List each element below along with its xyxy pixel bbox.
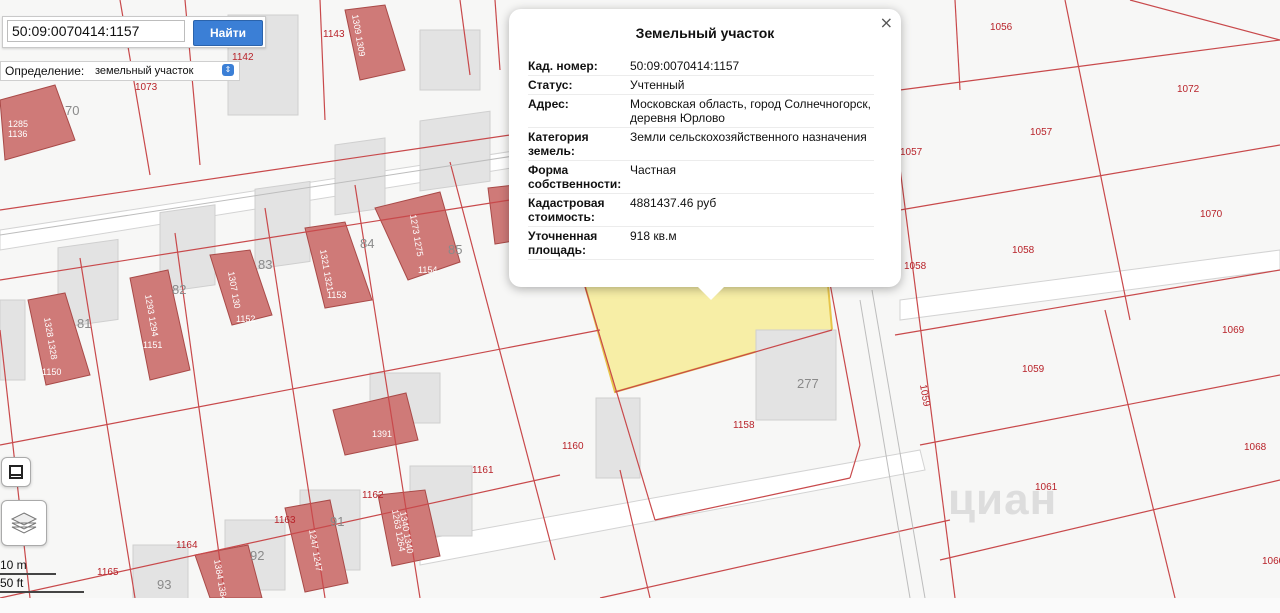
attr-key: Кад. номер:	[528, 59, 598, 73]
attr-value: 50:09:0070414:1157	[630, 59, 740, 73]
parcel-label: 1160	[562, 441, 584, 452]
block-label: 85	[448, 242, 462, 257]
cadastral-search-input[interactable]	[7, 20, 185, 42]
parcel-label: 1068	[1244, 442, 1267, 453]
block-label: 91	[330, 514, 344, 529]
parcel-label: 1060	[1262, 556, 1280, 567]
search-box: Найти	[2, 16, 266, 48]
attr-value: Московская область, город Солнечногорск,…	[630, 97, 872, 125]
attr-key: Кадастровая стоимость:	[528, 196, 605, 224]
block-label: 82	[172, 282, 186, 297]
house-label: 1136	[8, 129, 27, 139]
parcel-label: 1058	[1012, 245, 1035, 256]
attr-row: Статус: Учтенный	[528, 76, 874, 95]
block-label: 92	[250, 548, 264, 563]
parcel-label: 1164	[176, 540, 198, 551]
attr-row: Адрес: Московская область, город Солнечно…	[528, 95, 874, 128]
block-label: 277	[797, 376, 819, 391]
attr-key: Уточненная площадь:	[528, 229, 598, 257]
attr-row: Форма собственности: Частная	[528, 161, 874, 194]
attr-row: Кадастровая стоимость: 4881437.46 руб	[528, 194, 874, 227]
scale-imperial: 50 ft	[0, 576, 24, 590]
attr-key: Адрес:	[528, 97, 569, 111]
attr-value: Учтенный	[630, 78, 685, 92]
parcel-label: 1073	[135, 82, 158, 93]
parcel-label: 1059	[1022, 364, 1045, 375]
block-label: 84	[360, 236, 374, 251]
parcel-label: 1163	[274, 515, 296, 526]
parcel-label: 1057	[1030, 127, 1053, 138]
map-extent-icon	[9, 465, 23, 479]
parcel-label: 1057	[900, 147, 923, 158]
attr-row: Кад. номер: 50:09:0070414:1157	[528, 57, 874, 76]
popup-title: Земельный участок	[635, 25, 775, 41]
bottom-band	[0, 598, 1280, 613]
house-label: 1152	[236, 314, 255, 324]
layers-icon	[10, 512, 38, 534]
definition-value: земельный участок	[95, 64, 194, 77]
attr-value: 4881437.46 руб	[630, 196, 717, 210]
attr-value: Земли сельскохозяйственного назначения	[630, 130, 867, 144]
block-label: 83	[258, 257, 272, 272]
parcel-label: 1162	[362, 490, 384, 501]
parcel-label: 1056	[990, 22, 1013, 33]
search-button[interactable]: Найти	[193, 20, 263, 46]
parcel-label: 1070	[1200, 209, 1223, 220]
house-label: 1150	[42, 367, 61, 377]
popup-pointer	[697, 286, 725, 300]
parcel-label: 1165	[97, 567, 119, 578]
attr-key: Категория земель:	[528, 130, 589, 158]
parcel-attributes: Кад. номер: 50:09:0070414:1157 Статус: Учт…	[528, 57, 874, 275]
layers-button[interactable]	[1, 500, 47, 546]
attr-key: Форма собственности:	[528, 163, 622, 191]
parcel-label: 1072	[1177, 84, 1200, 95]
block-label: 70	[65, 103, 79, 118]
house-label: 1391	[372, 429, 392, 439]
map-extent-button[interactable]	[1, 457, 31, 487]
watermark: циан	[948, 475, 1058, 524]
house-label: 1154	[418, 265, 437, 275]
scale-bar-imperial	[0, 591, 84, 593]
attr-value: 918 кв.м	[630, 229, 677, 243]
block-label: 93	[157, 577, 171, 592]
parcel-label: 1143	[323, 29, 345, 40]
definition-select[interactable]: земельный участок ⇕	[91, 63, 236, 78]
scale-metric: 10 m	[0, 558, 27, 572]
parcel-info-popup: × Земельный участок Кад. номер: 50:09:007…	[509, 9, 901, 300]
parcel-label: 1161	[472, 465, 494, 476]
house-label: 1153	[327, 290, 346, 300]
select-arrow-icon: ⇕	[222, 64, 234, 76]
attr-row: Категория земель: Земли сельскохозяйствен…	[528, 128, 874, 161]
parcel-label: 1069	[1222, 325, 1245, 336]
block-label: 81	[77, 316, 91, 331]
attr-value: Частная	[630, 163, 676, 177]
attr-row: Уточненная площадь: 918 кв.м	[528, 227, 874, 260]
parcel-label: 1158	[733, 420, 755, 431]
attr-key: Статус:	[528, 78, 573, 92]
scale-bar	[0, 573, 56, 575]
definition-label: Определение:	[5, 64, 85, 78]
definition-row: Определение: земельный участок ⇕	[0, 61, 240, 81]
house-label: 1285	[8, 119, 28, 129]
parcel-label: 1058	[904, 261, 927, 272]
house-label: 1151	[143, 340, 162, 350]
